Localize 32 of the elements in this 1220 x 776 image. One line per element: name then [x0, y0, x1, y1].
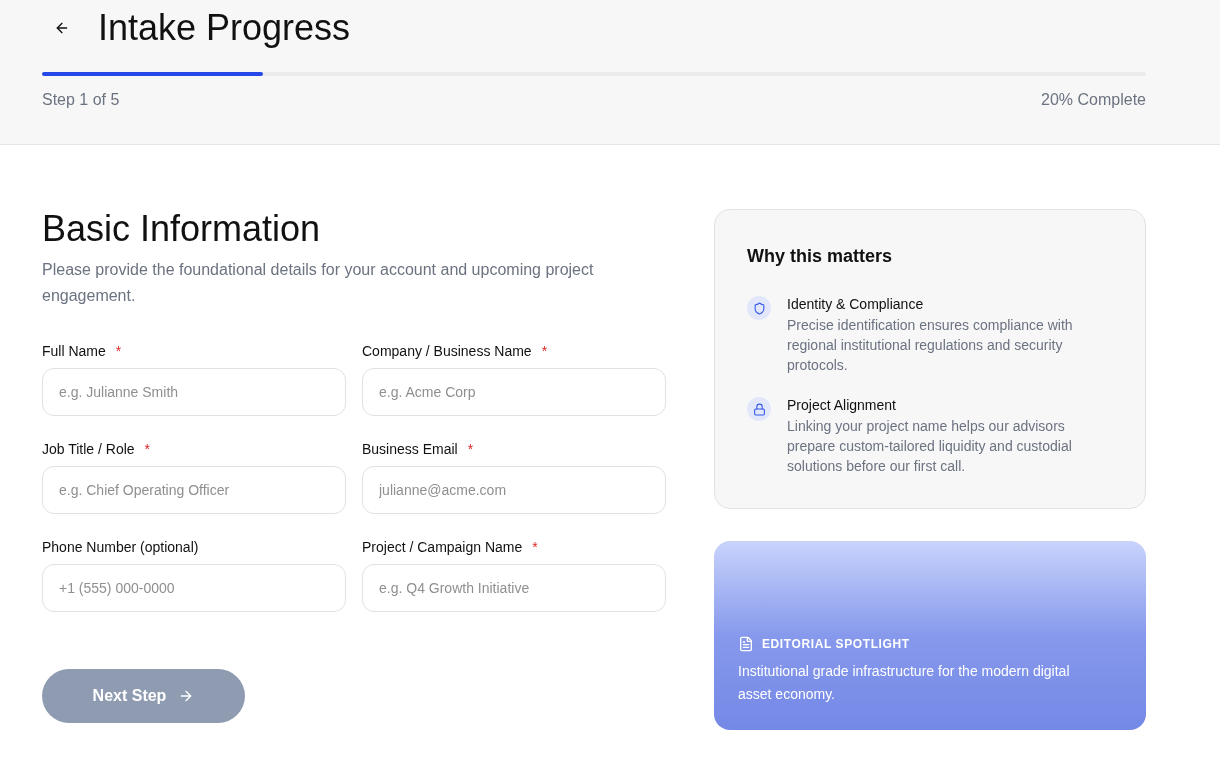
input-field[interactable]: e.g. Julianne Smith: [42, 368, 346, 416]
input-field[interactable]: e.g. Chief Operating Officer: [42, 466, 346, 514]
info-item-title: Project Alignment: [787, 396, 897, 415]
field-label: Full Name: [42, 342, 106, 361]
input-field[interactable]: julianne@acme.com: [362, 466, 666, 514]
field-label: Project / Campaign Name: [362, 538, 523, 557]
field-label: Business Email: [362, 440, 458, 459]
input-field[interactable]: +1 (555) 000-0000: [42, 564, 346, 612]
field-label: Phone Number (optional): [42, 538, 199, 557]
page-title: Intake Progress: [98, 6, 351, 50]
step-counter: Step 1 of 5: [42, 90, 120, 110]
padlock-icon: [747, 397, 771, 421]
required-asterisk: *: [532, 538, 538, 557]
info-item-title: Identity & Compliance: [787, 295, 925, 314]
section-title: Basic Information: [42, 209, 322, 249]
required-asterisk: *: [115, 342, 122, 361]
input-field[interactable]: e.g. Q4 Growth Initiative: [362, 564, 666, 612]
required-asterisk: *: [541, 342, 548, 361]
field-label: Company / Business Name: [362, 342, 532, 361]
completion-percent: 20% Complete: [1041, 90, 1146, 110]
section-description: Please provide the foundational details for your account and upcoming project engagement.: [42, 260, 595, 306]
info-card-title: Why this matters: [747, 245, 894, 268]
field-label: Job Title / Role: [42, 440, 135, 459]
input-field[interactable]: e.g. Acme Corp: [362, 368, 666, 416]
spotlight-text: Institutional grade infrastructure for the modern digital asset economy.: [738, 662, 1071, 704]
info-item-description: Linking your project name helps our advisors prepare custom-tailored liquidity and custodial solutions before our first call.: [787, 417, 1073, 476]
info-item-description: Precise identification ensures compliance with regional institutional regulations and security protocols.: [787, 316, 1074, 375]
required-asterisk: *: [467, 440, 474, 459]
shield-icon: [747, 296, 771, 320]
spotlight-eyebrow: EDITORIAL SPOTLIGHT: [762, 636, 910, 652]
required-asterisk: *: [144, 440, 151, 459]
document-icon: [738, 636, 754, 652]
